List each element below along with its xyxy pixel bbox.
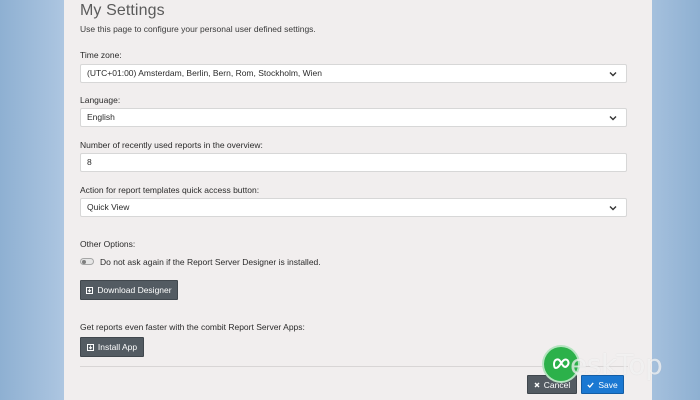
save-label: Save <box>598 379 618 390</box>
download-designer-button[interactable]: Download Designer <box>80 280 178 300</box>
chevron-down-icon <box>609 70 617 78</box>
footer-divider <box>80 366 628 367</box>
page-subtitle: Use this page to configure your personal… <box>80 24 316 34</box>
check-icon <box>587 381 595 388</box>
timezone-value: (UTC+01:00) Amsterdam, Berlin, Bern, Rom… <box>87 68 323 78</box>
close-icon <box>534 382 540 388</box>
chevron-down-icon <box>609 114 617 122</box>
install-icon <box>86 343 94 351</box>
quick-access-label: Action for report templates quick access… <box>80 185 260 195</box>
settings-panel: My Settings Use this page to configure y… <box>64 0 652 400</box>
designer-toggle[interactable] <box>80 258 94 265</box>
cancel-label: Cancel <box>543 379 571 390</box>
chevron-down-icon <box>609 204 617 212</box>
language-value: English <box>87 112 115 122</box>
recent-reports-value: 8 <box>87 157 92 167</box>
install-app-label: Install App <box>97 342 138 352</box>
download-icon <box>86 286 94 294</box>
recent-reports-input[interactable]: 8 <box>80 153 627 172</box>
settings-content: My Settings Use this page to configure y… <box>80 0 628 400</box>
recent-reports-label: Number of recently used reports in the o… <box>80 140 263 150</box>
install-app-button[interactable]: Install App <box>80 337 144 357</box>
timezone-select[interactable]: (UTC+01:00) Amsterdam, Berlin, Bern, Rom… <box>80 64 627 83</box>
download-designer-label: Download Designer <box>97 285 172 295</box>
timezone-label: Time zone: <box>80 50 122 60</box>
quick-access-select[interactable]: Quick View <box>80 198 627 217</box>
page-title: My Settings <box>80 2 165 19</box>
save-button[interactable]: Save <box>581 375 624 394</box>
language-label: Language: <box>80 95 121 105</box>
designer-toggle-label: Do not ask again if the Report Server De… <box>100 257 321 267</box>
other-options-label: Other Options: <box>80 239 136 249</box>
cancel-button[interactable]: Cancel <box>527 375 577 394</box>
apps-text: Get reports even faster with the combit … <box>80 322 305 332</box>
quick-access-value: Quick View <box>87 202 130 212</box>
language-select[interactable]: English <box>80 108 627 127</box>
